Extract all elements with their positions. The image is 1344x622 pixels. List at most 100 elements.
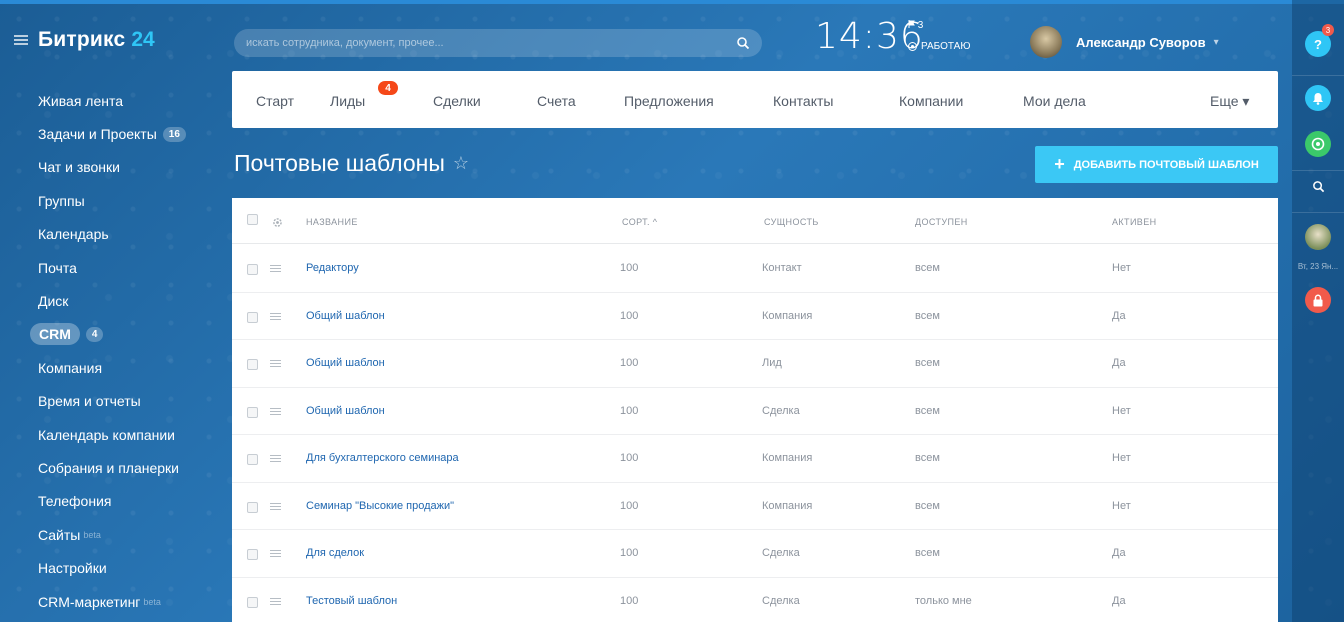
select-all-checkbox[interactable] <box>247 214 258 225</box>
lock-icon <box>1313 294 1323 306</box>
template-name-link[interactable]: Тестовый шаблон <box>306 595 397 607</box>
sidebar-item-crm[interactable]: CRM 4 <box>30 318 186 351</box>
template-name-link[interactable]: Для сделок <box>306 547 364 559</box>
sort-cell: 100 <box>620 499 639 512</box>
sidebar-item-sites[interactable]: Сайты beta <box>38 518 186 551</box>
drag-handle-icon[interactable] <box>270 265 281 273</box>
entity-cell: Сделка <box>762 547 800 559</box>
column-header-name[interactable]: Название <box>306 217 358 227</box>
work-status[interactable]: РАБОТАЮ <box>908 41 970 52</box>
table-row[interactable]: Тестовый шаблон 100 Сделка только мне Да <box>232 578 1278 622</box>
sidebar-item-label: Почта <box>38 259 77 276</box>
template-name-link[interactable]: Семинар "Высокие продажи" <box>306 500 454 512</box>
active-cell: Нет <box>1112 262 1131 274</box>
drag-handle-icon[interactable] <box>270 455 281 463</box>
search-icon[interactable] <box>736 36 750 50</box>
star-icon[interactable]: ☆ <box>453 153 469 174</box>
tab-start[interactable]: Старт <box>256 93 294 109</box>
rail-search-button[interactable] <box>1305 173 1331 199</box>
template-name-link[interactable]: Общий шаблон <box>306 357 385 369</box>
drag-handle-icon[interactable] <box>270 360 281 368</box>
chat-icon <box>1311 137 1325 151</box>
template-name-link[interactable]: Редактору <box>306 262 359 274</box>
sidebar-item-label: Живая лента <box>38 92 124 109</box>
column-header-access[interactable]: Доступен <box>915 217 968 227</box>
row-checkbox[interactable] <box>247 501 258 513</box>
sort-cell: 100 <box>620 262 639 274</box>
tab-companies[interactable]: Компании <box>899 93 963 109</box>
table-row[interactable]: Семинар "Высокие продажи" 100 Компания в… <box>232 483 1278 530</box>
sidebar-item-time-reports[interactable]: Время и отчеты <box>38 385 186 418</box>
row-checkbox[interactable] <box>247 596 258 608</box>
row-checkbox[interactable] <box>247 406 258 418</box>
sidebar-item-live-feed[interactable]: Живая лента <box>38 84 186 117</box>
row-checkbox[interactable] <box>247 549 258 560</box>
sidebar-item-tasks[interactable]: Задачи и Проекты 16 <box>38 117 186 150</box>
logo[interactable]: Битрикс 24 <box>14 28 155 52</box>
messenger-button[interactable] <box>1305 131 1331 157</box>
sidebar-item-calendar[interactable]: Календарь <box>38 218 186 251</box>
beta-label: beta <box>143 596 161 607</box>
crm-top-nav: Старт Лиды Сделки Счета Предложения Конт… <box>232 71 1278 128</box>
sidebar-item-chat[interactable]: Чат и звонки <box>38 151 186 184</box>
sidebar-item-company[interactable]: Компания <box>38 351 186 384</box>
sidebar-item-settings[interactable]: Настройки <box>38 551 186 584</box>
tab-leads[interactable]: Лиды <box>330 93 365 109</box>
table-row[interactable]: Редактору 100 Контакт всем Нет <box>232 245 1278 293</box>
table-row[interactable]: Общий шаблон 100 Лид всем Да <box>232 340 1278 388</box>
lock-button[interactable] <box>1305 287 1331 313</box>
avatar <box>1030 26 1062 58</box>
sidebar-item-label: Сайты <box>38 526 81 543</box>
user-menu[interactable]: Александр Суворов ▾ <box>1030 26 1219 58</box>
entity-cell: Лид <box>762 357 782 369</box>
gear-icon[interactable] <box>272 215 283 227</box>
sidebar-item-telephony[interactable]: Телефония <box>38 485 186 518</box>
sidebar-item-label: Собрания и планерки <box>38 459 180 476</box>
column-header-entity[interactable]: Сущность <box>764 217 819 227</box>
drag-handle-icon[interactable] <box>270 407 281 416</box>
page-title-text: Почтовые шаблоны <box>234 150 445 176</box>
table-row[interactable]: Общий шаблон 100 Сделка всем Нет <box>232 388 1278 435</box>
column-header-active[interactable]: Активен <box>1112 217 1157 227</box>
template-name-link[interactable]: Общий шаблон <box>306 405 385 417</box>
table-row[interactable]: Общий шаблон 100 Компания всем Да <box>232 293 1278 340</box>
tab-quotes[interactable]: Предложения <box>624 93 714 109</box>
sidebar-item-groups[interactable]: Группы <box>38 184 186 217</box>
menu-icon[interactable] <box>14 35 28 45</box>
flag-icon <box>908 20 915 28</box>
table-row[interactable]: Для сделок 100 Сделка всем Да <box>232 530 1278 578</box>
drag-handle-icon[interactable] <box>270 312 281 321</box>
row-checkbox[interactable] <box>247 311 258 323</box>
template-name-link[interactable]: Общий шаблон <box>306 310 385 322</box>
tab-deals[interactable]: Сделки <box>433 93 481 109</box>
leads-badge: 4 <box>378 81 398 95</box>
tasks-flag-counter[interactable]: 3 <box>908 20 923 31</box>
table-row[interactable]: Для бухгалтерского семинара 100 Компания… <box>232 435 1278 483</box>
contact-avatar[interactable] <box>1305 224 1331 250</box>
active-cell: Нет <box>1112 452 1131 464</box>
tab-my-activities[interactable]: Мои дела <box>1023 93 1086 109</box>
sidebar-item-disk[interactable]: Диск <box>38 284 186 317</box>
notifications-button[interactable] <box>1305 85 1331 111</box>
help-badge: 3 <box>1322 24 1334 36</box>
column-header-sort[interactable]: Сорт. ^ <box>622 217 657 227</box>
tab-invoices[interactable]: Счета <box>537 93 576 109</box>
drag-handle-icon[interactable] <box>270 597 281 606</box>
sidebar-item-mail[interactable]: Почта <box>38 251 186 284</box>
drag-handle-icon[interactable] <box>270 502 281 511</box>
sidebar-item-crm-marketing[interactable]: CRM-маркетинг beta <box>38 585 186 618</box>
tab-contacts[interactable]: Контакты <box>773 93 833 109</box>
search-input[interactable] <box>246 37 736 49</box>
template-name-link[interactable]: Для бухгалтерского семинара <box>306 452 459 464</box>
row-checkbox[interactable] <box>247 454 258 465</box>
row-checkbox[interactable] <box>247 264 258 275</box>
flag-count: 3 <box>917 20 924 31</box>
tab-more[interactable]: Еще ▾ <box>1210 93 1249 110</box>
sidebar-item-company-calendar[interactable]: Календарь компании <box>38 418 186 451</box>
active-cell: Да <box>1112 594 1126 607</box>
counter-badge: 4 <box>85 326 104 342</box>
add-mail-template-button[interactable]: + добавить почтовый шаблон <box>1035 146 1278 183</box>
sidebar-item-meetings[interactable]: Собрания и планерки <box>38 451 186 484</box>
drag-handle-icon[interactable] <box>270 550 281 558</box>
row-checkbox[interactable] <box>247 359 258 370</box>
